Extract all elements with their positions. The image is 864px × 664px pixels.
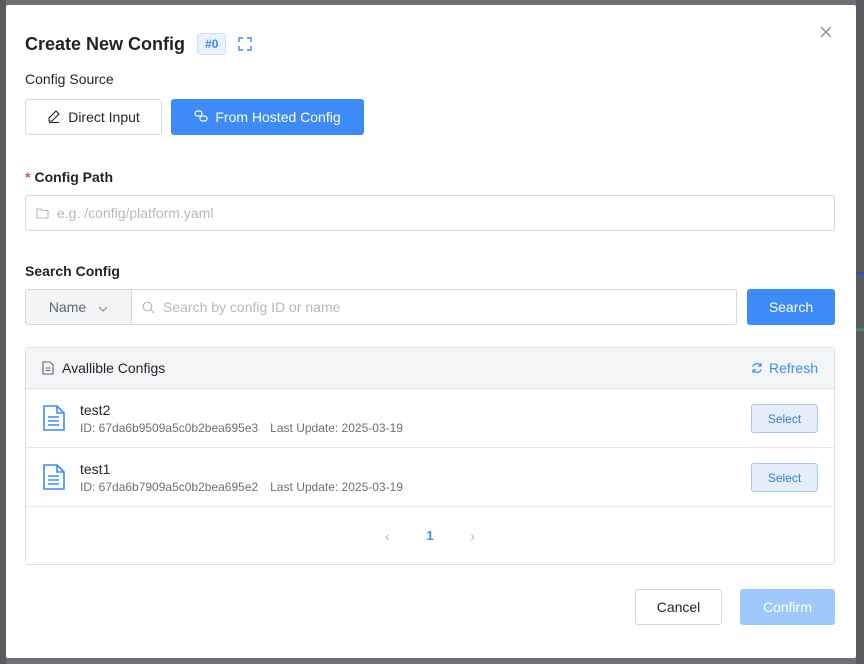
config-file-icon: [42, 463, 66, 491]
direct-input-label: Direct Input: [68, 109, 140, 125]
config-row: test2 ID: 67da6b9509a5c0b2bea695e3 Last U…: [26, 389, 834, 448]
panel-header: Avallible Configs Refresh: [26, 348, 834, 389]
folder-icon: [36, 207, 49, 219]
config-meta: ID: 67da6b7909a5c0b2bea695e2 Last Update:…: [80, 480, 403, 494]
config-updated: Last Update: 2025-03-19: [270, 479, 403, 494]
hosted-config-button[interactable]: From Hosted Config: [171, 99, 364, 135]
create-config-modal: Create New Config #0 Config Source Direc…: [6, 5, 856, 658]
fullscreen-icon[interactable]: [238, 37, 253, 51]
config-id: ID: 67da6b7909a5c0b2bea695e2: [80, 479, 259, 494]
search-field-select[interactable]: Name: [25, 289, 132, 325]
search-icon: [142, 301, 155, 314]
pencil-icon: [47, 109, 61, 126]
config-id-badge: #0: [197, 33, 227, 55]
refresh-button[interactable]: Refresh: [751, 360, 818, 376]
chain-icon: [194, 109, 208, 126]
search-button[interactable]: Search: [747, 289, 835, 325]
config-name: test2: [80, 401, 111, 418]
config-source-label: Config Source: [25, 71, 114, 87]
close-icon[interactable]: [818, 25, 834, 41]
modal-header: Create New Config #0: [25, 33, 253, 55]
config-id: ID: 67da6b9509a5c0b2bea695e3: [80, 420, 259, 435]
background-app-right: [856, 0, 864, 664]
document-icon: [42, 361, 54, 375]
config-info: test1 ID: 67da6b7909a5c0b2bea695e2 Last U…: [80, 461, 403, 494]
select-config-button[interactable]: Select: [751, 404, 818, 433]
panel-title: Avallible Configs: [42, 360, 165, 376]
background-bar-green: [856, 328, 864, 331]
refresh-label: Refresh: [768, 360, 818, 376]
available-configs-panel: Avallible Configs Refresh test2 ID: 67da…: [25, 347, 835, 565]
config-path-label-text: Config Path: [34, 169, 113, 185]
config-path-field[interactable]: [25, 195, 835, 231]
hosted-config-label: From Hosted Config: [215, 109, 341, 125]
config-name: test1: [80, 460, 111, 477]
config-meta: ID: 67da6b9509a5c0b2bea695e3 Last Update:…: [80, 421, 403, 435]
config-path-input[interactable]: [57, 205, 834, 221]
prev-page-button[interactable]: ‹: [378, 528, 396, 544]
config-updated: Last Update: 2025-03-19: [270, 420, 403, 435]
refresh-icon: [751, 362, 763, 374]
config-path-label: * Config Path: [25, 169, 113, 185]
select-config-button[interactable]: Select: [751, 463, 818, 492]
config-row: test1 ID: 67da6b7909a5c0b2bea695e2 Last U…: [26, 448, 834, 507]
required-mark: *: [25, 169, 31, 185]
cancel-button[interactable]: Cancel: [635, 589, 722, 625]
panel-title-text: Avallible Configs: [62, 360, 166, 376]
chevron-down-icon: [98, 299, 108, 315]
pagination: ‹ 1 ›: [26, 507, 834, 564]
search-field-value: Name: [48, 299, 87, 315]
search-field[interactable]: [131, 289, 737, 325]
next-page-button[interactable]: ›: [464, 528, 482, 544]
config-file-icon: [42, 404, 66, 432]
search-config-label: Search Config: [25, 263, 120, 279]
background-bar-blue: [856, 272, 864, 275]
search-input[interactable]: [163, 299, 736, 315]
page-number[interactable]: 1: [426, 528, 433, 543]
confirm-button[interactable]: Confirm: [740, 589, 835, 625]
modal-title: Create New Config: [25, 33, 186, 54]
direct-input-button[interactable]: Direct Input: [25, 99, 162, 135]
config-info: test2 ID: 67da6b9509a5c0b2bea695e3 Last U…: [80, 402, 403, 435]
